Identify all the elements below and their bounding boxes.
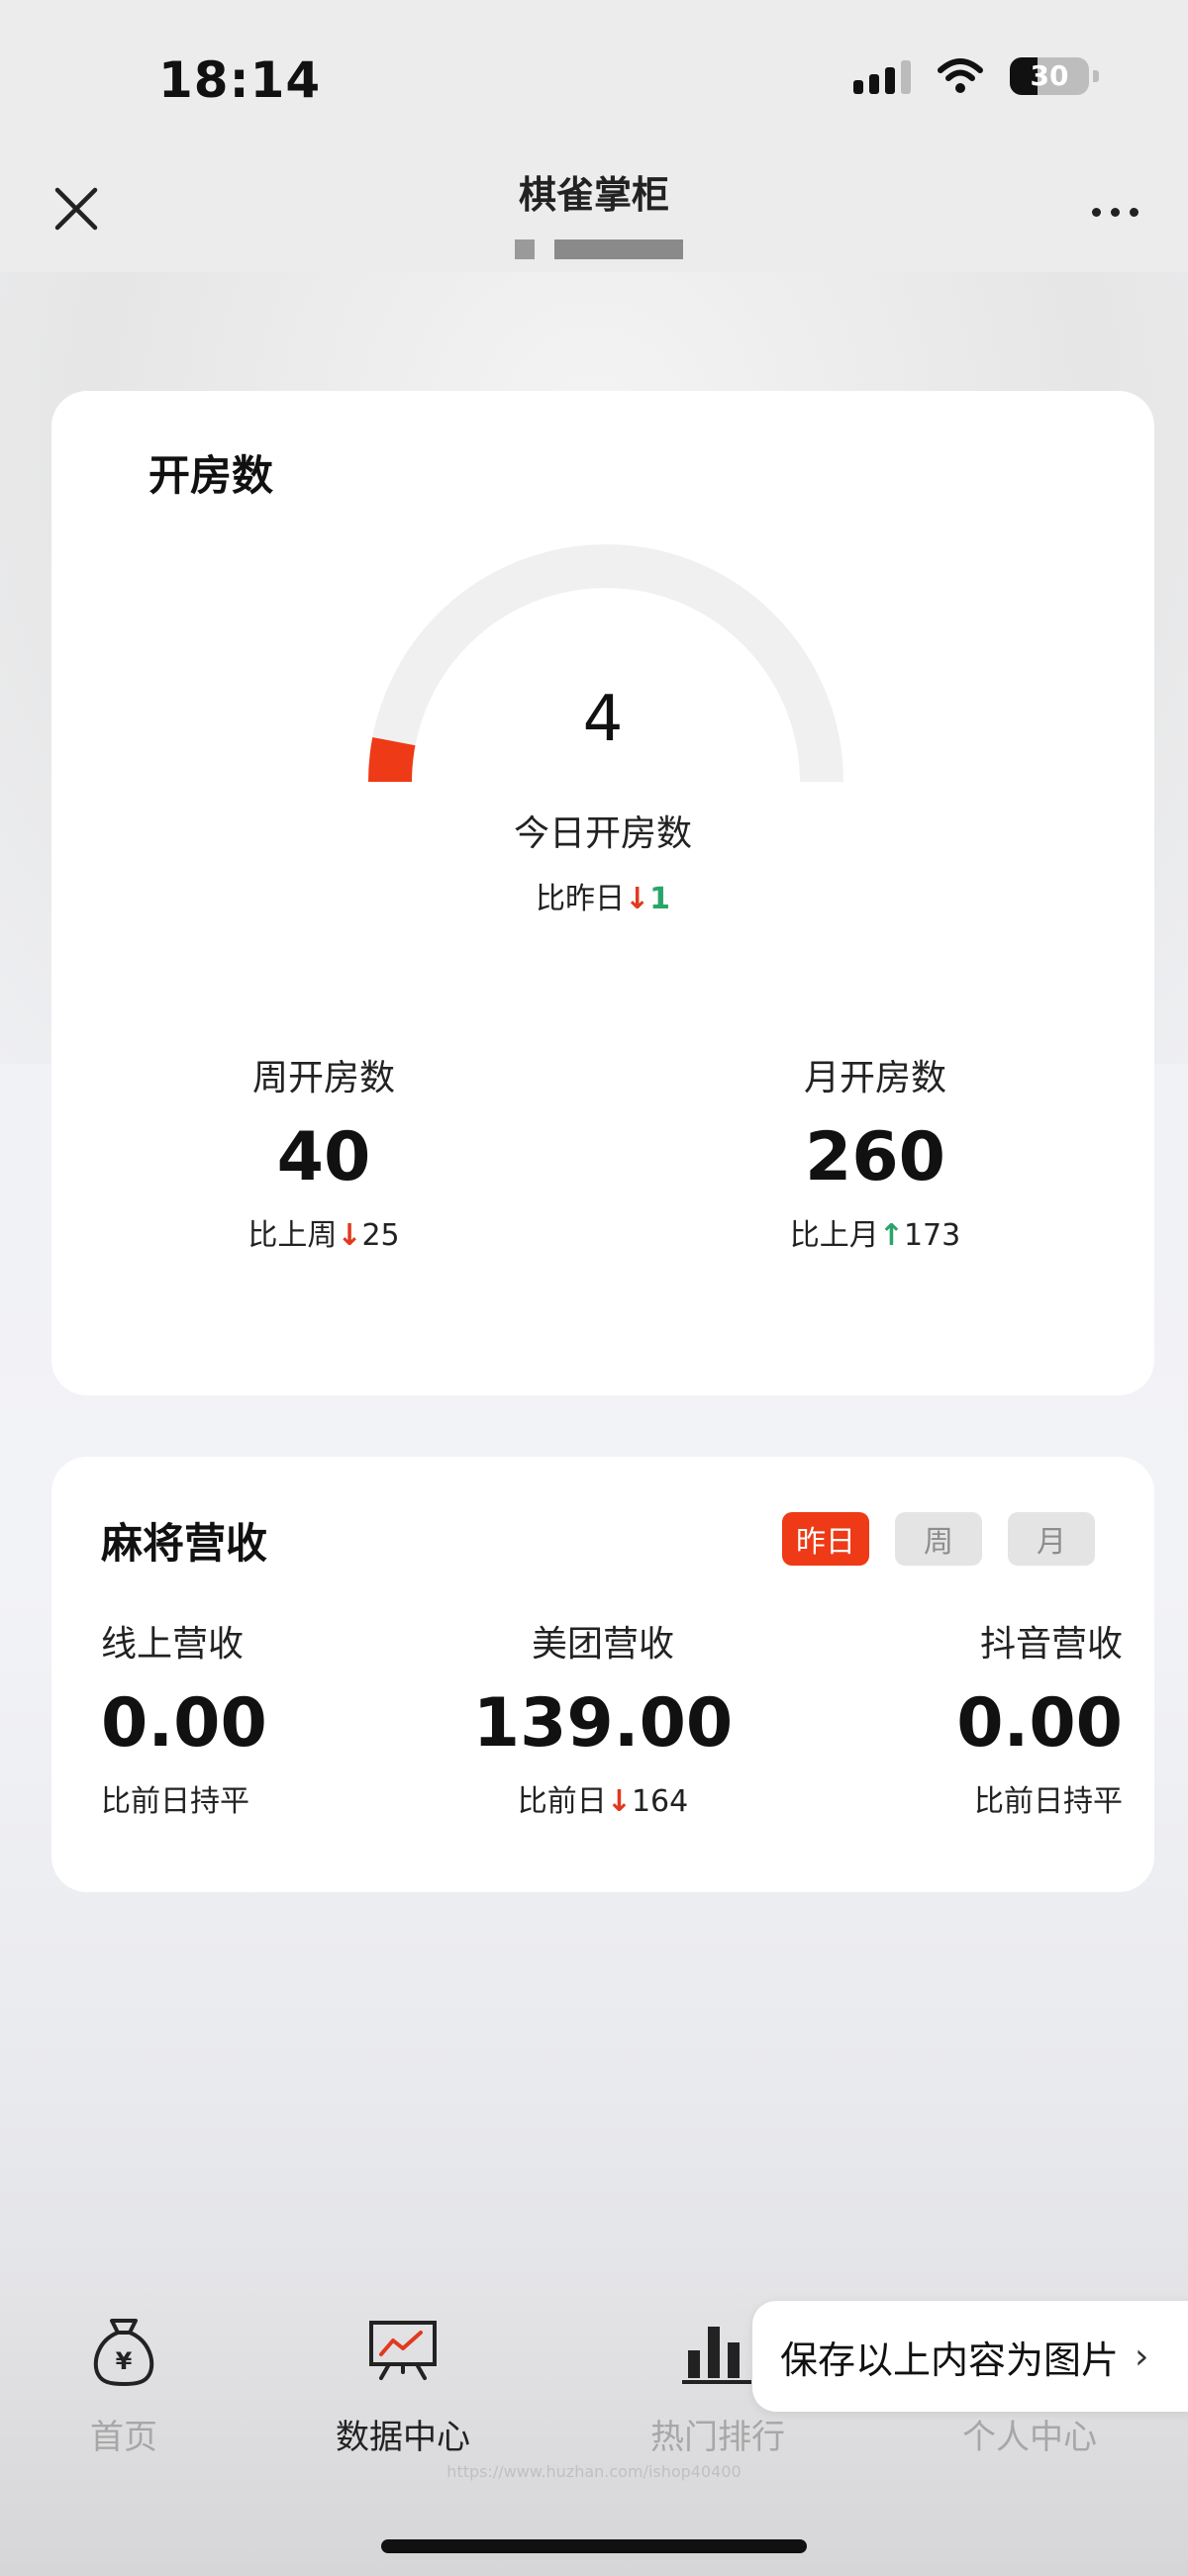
today-rooms-compare: 比昨日↓1 xyxy=(535,882,670,916)
arrow-down-icon: ↓ xyxy=(606,1784,632,1819)
wifi-icon xyxy=(938,58,983,93)
month-rooms-stat: 月开房数 260 比上月↑173 xyxy=(677,1049,1073,1254)
arrow-up-icon: ↑ xyxy=(878,1218,904,1253)
week-rooms-compare: 比上周↓25 xyxy=(248,1218,400,1253)
svg-text:¥: ¥ xyxy=(116,2347,133,2375)
watermark: https://www.huzhan.com/ishop40400 xyxy=(446,2462,742,2481)
cellular-signal-icon xyxy=(853,58,911,94)
rooms-gauge xyxy=(368,544,843,783)
money-bag-icon: ¥ xyxy=(93,2319,154,2386)
online-revenue-label: 线上营收 xyxy=(101,1624,245,1665)
page-title: 棋雀掌柜 xyxy=(518,173,669,217)
arrow-down-icon: ↓ xyxy=(624,882,650,916)
tab-data-center[interactable]: 数据中心 xyxy=(304,2311,502,2458)
chevron-right-icon: › xyxy=(1135,2336,1149,2377)
meituan-revenue: 美团营收 139.00 比前日↓164 xyxy=(405,1615,801,1820)
month-rooms-value: 260 xyxy=(805,1118,945,1196)
rooms-card: 开房数 4 今日开房数 比昨日↓1 周开房数 40 比上周↓25 月开房数 26… xyxy=(51,391,1154,1395)
status-icons: 30 xyxy=(853,57,1099,95)
today-rooms-label: 今日开房数 xyxy=(513,813,692,854)
meituan-revenue-value: 139.00 xyxy=(472,1684,734,1763)
status-bar: 18:14 30 xyxy=(0,0,1188,148)
period-week-button[interactable]: 周 xyxy=(895,1512,982,1566)
battery-level: 30 xyxy=(1030,59,1069,92)
battery-icon: 30 xyxy=(1010,57,1099,95)
save-as-image-button[interactable]: 保存以上内容为图片 › xyxy=(752,2301,1188,2412)
status-time: 18:14 xyxy=(158,51,322,109)
tab-home-label: 首页 xyxy=(90,2418,157,2457)
save-as-image-label: 保存以上内容为图片 xyxy=(780,2337,1120,2382)
online-revenue-compare: 比前日持平 xyxy=(101,1784,249,1819)
meituan-revenue-compare: 比前日↓164 xyxy=(517,1784,689,1819)
douyin-revenue-label: 抖音营收 xyxy=(979,1624,1123,1665)
tab-profile-label: 个人中心 xyxy=(962,2418,1097,2457)
month-rooms-compare: 比上月↑173 xyxy=(789,1218,961,1253)
douyin-revenue-value: 0.00 xyxy=(956,1684,1123,1763)
arrow-down-icon: ↓ xyxy=(337,1218,362,1253)
bar-chart-icon xyxy=(682,2327,751,2384)
home-indicator xyxy=(381,2539,807,2553)
douyin-revenue: 抖音营收 0.00 比前日持平 xyxy=(826,1615,1123,1820)
nav-bar: 棋雀掌柜 xyxy=(0,148,1188,272)
period-selector: 昨日 周 月 xyxy=(782,1512,1095,1566)
mahjong-card-title: 麻将营收 xyxy=(101,1519,268,1568)
page: 18:14 30 棋雀掌柜 开房数 4 今日开房数 比昨日↓1 周开房数 40 … xyxy=(0,0,1188,2576)
redacted-subtitle xyxy=(515,239,683,259)
today-rooms-value: 4 xyxy=(582,683,624,756)
week-rooms-stat: 周开房数 40 比上周↓25 xyxy=(126,1049,522,1254)
period-month-button[interactable]: 月 xyxy=(1008,1512,1095,1566)
chart-board-icon xyxy=(369,2321,437,2380)
mahjong-revenue-card: 麻将营收 昨日 周 月 线上营收 0.00 比前日持平 美团营收 139.00 … xyxy=(51,1457,1154,1892)
meituan-revenue-label: 美团营收 xyxy=(531,1624,674,1665)
period-yesterday-button[interactable]: 昨日 xyxy=(782,1512,869,1566)
tab-hot-ranking-label: 热门排行 xyxy=(650,2418,785,2457)
tab-data-center-label: 数据中心 xyxy=(336,2418,470,2457)
rooms-card-title: 开房数 xyxy=(148,451,274,500)
week-rooms-label: 周开房数 xyxy=(251,1058,395,1098)
online-revenue-value: 0.00 xyxy=(101,1684,267,1763)
online-revenue: 线上营收 0.00 比前日持平 xyxy=(101,1615,267,1820)
more-icon[interactable] xyxy=(1092,208,1138,217)
douyin-revenue-compare: 比前日持平 xyxy=(974,1784,1123,1819)
tab-home[interactable]: ¥ 首页 xyxy=(25,2311,223,2458)
month-rooms-label: 月开房数 xyxy=(803,1058,946,1098)
week-rooms-value: 40 xyxy=(276,1118,371,1196)
